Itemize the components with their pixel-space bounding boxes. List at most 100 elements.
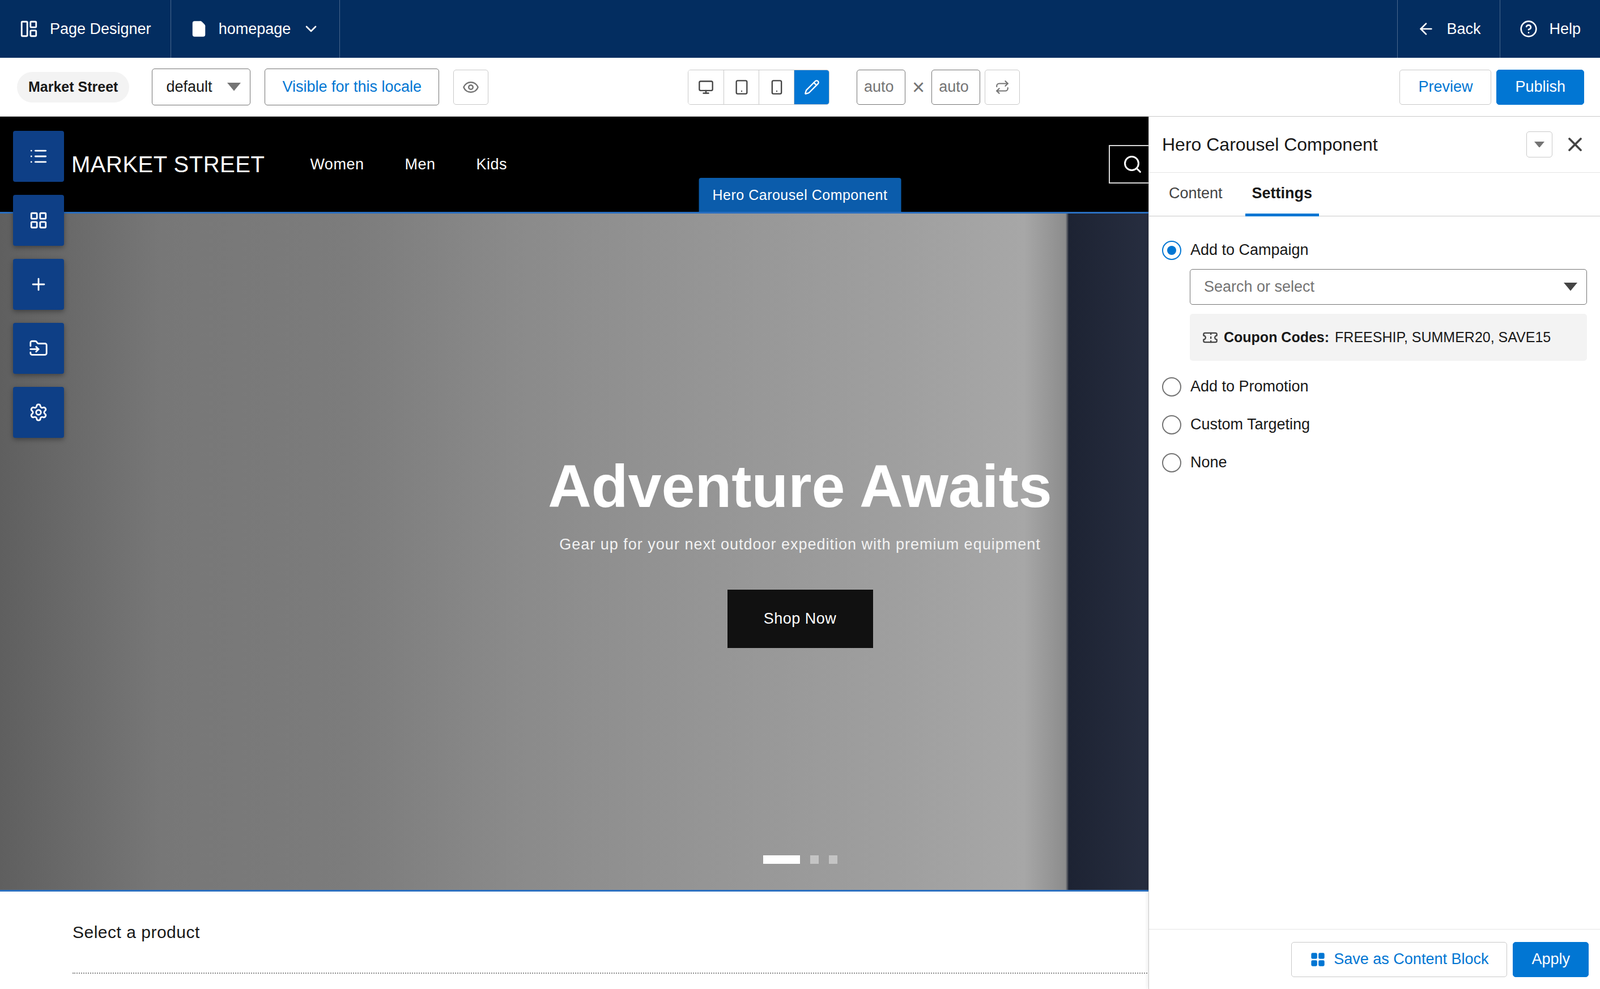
rotate-button[interactable]: [984, 69, 1020, 105]
targeting-label: Add to Promotion: [1190, 377, 1309, 396]
campaign-options: Search or select Coupon Codes:FREESHIP, S…: [1189, 269, 1587, 361]
app-title[interactable]: Page Designer: [0, 0, 172, 58]
nav-link[interactable]: Kids: [475, 155, 508, 174]
tool-button[interactable]: [13, 322, 65, 374]
blocks-icon: [28, 210, 49, 231]
locale-select[interactable]: default: [151, 68, 251, 106]
times-sign: ×: [912, 76, 925, 99]
properties-panel: Hero Carousel Component Content Settings Ad…: [1148, 116, 1600, 989]
targeting-label: None: [1190, 453, 1228, 472]
phone-icon: [768, 79, 785, 96]
publish-button[interactable]: Publish: [1496, 69, 1585, 105]
ticket-icon: [1202, 329, 1219, 346]
device-button[interactable]: [758, 70, 794, 105]
workspace: MARKET STREET Women Men Kids Hero Carousel C…: [0, 116, 1600, 989]
save-block-label: Save as Content Block: [1333, 950, 1489, 969]
settings-body: Add to Campaign Search or select Coupon Co…: [1149, 216, 1600, 930]
targeting-label: Custom Targeting: [1190, 415, 1310, 434]
device-button[interactable]: [723, 70, 759, 105]
page-name: homepage: [218, 20, 292, 38]
help-icon: [1519, 19, 1538, 38]
gear-icon: [28, 402, 49, 423]
panel-tab[interactable]: Settings: [1245, 172, 1320, 217]
nav-link[interactable]: Men: [404, 155, 436, 174]
shop-now-button[interactable]: Shop Now: [727, 589, 874, 649]
coupon-label: Coupon Codes:: [1223, 329, 1330, 346]
panel-menu-button[interactable]: [1526, 131, 1553, 158]
toolbar-actions: PreviewPublish: [1399, 69, 1585, 105]
designer-tools: [13, 130, 65, 438]
close-button[interactable]: [1561, 130, 1589, 159]
hero-subtitle: Gear up for your next outdoor expedition…: [559, 535, 1041, 554]
back-label: Back: [1446, 20, 1481, 38]
panel-tab[interactable]: Content: [1162, 172, 1230, 217]
component-label: Hero Carousel Component: [699, 177, 902, 212]
panel-footer: Save as Content Block Apply: [1149, 929, 1600, 989]
width-input[interactable]: auto: [856, 69, 906, 105]
carousel-dot[interactable]: [828, 855, 838, 865]
apply-button[interactable]: Apply: [1512, 942, 1589, 978]
viewport-size: auto × auto: [856, 69, 981, 105]
device-button[interactable]: [793, 70, 829, 105]
panel-title: Hero Carousel Component: [1162, 134, 1518, 156]
targeting-option[interactable]: None: [1162, 443, 1587, 482]
plus-icon: [28, 274, 49, 295]
locale-value: default: [166, 78, 212, 96]
preview-eye-button[interactable]: [453, 69, 489, 105]
site-pill: Market Street: [16, 71, 130, 103]
campaign-placeholder: Search or select: [1203, 278, 1315, 296]
device-button[interactable]: [688, 70, 724, 105]
caret-down-icon: [227, 82, 241, 91]
page-selector[interactable]: homepage: [171, 0, 341, 58]
hero-title: Adventure Awaits: [547, 450, 1052, 523]
carousel-dot[interactable]: [810, 855, 819, 865]
eye-icon: [462, 78, 480, 96]
search-icon: [1122, 154, 1143, 175]
list-icon: [28, 146, 49, 167]
desktop-icon: [698, 79, 714, 96]
tool-button[interactable]: [13, 194, 65, 246]
rotate-icon: [994, 79, 1010, 95]
coupon-codes: FREESHIP, SUMMER20, SAVE15: [1334, 329, 1551, 346]
radio-button[interactable]: [1162, 377, 1182, 397]
campaign-search[interactable]: Search or select: [1189, 269, 1587, 305]
targeting-option[interactable]: Add to Promotion: [1162, 367, 1587, 406]
targeting-option[interactable]: Custom Targeting: [1162, 405, 1587, 444]
coupon-info: Coupon Codes:FREESHIP, SUMMER20, SAVE15: [1189, 313, 1587, 361]
file-icon: [190, 20, 208, 38]
toolbar: Market Street default Visible for this loc…: [0, 57, 1600, 117]
tool-button[interactable]: [13, 130, 65, 182]
height-input[interactable]: auto: [931, 69, 981, 105]
preview-button[interactable]: Preview: [1399, 69, 1492, 105]
radio-button[interactable]: [1162, 415, 1182, 435]
layout-icon: [19, 19, 39, 39]
pencil-icon: [803, 79, 820, 96]
caret-down-icon: [1534, 141, 1545, 148]
app-title-text: Page Designer: [49, 20, 152, 38]
tablet-icon: [733, 79, 750, 96]
chevron-down-icon: [301, 19, 321, 38]
caret-down-icon: [1563, 282, 1578, 291]
blocks-icon: [1309, 951, 1326, 968]
tool-button[interactable]: [13, 386, 65, 438]
carousel-dot[interactable]: [763, 855, 800, 865]
nav-link[interactable]: Women: [309, 155, 364, 174]
radio-button[interactable]: [1162, 240, 1182, 261]
panel-tabs: Content Settings: [1149, 172, 1600, 217]
site-logo[interactable]: MARKET STREET: [71, 151, 265, 178]
folder-icon: [28, 338, 49, 359]
help-button[interactable]: Help: [1499, 0, 1600, 58]
radio-button[interactable]: [1162, 453, 1182, 473]
arrow-left-icon: [1416, 19, 1436, 38]
device-switcher: [687, 69, 830, 105]
tool-button[interactable]: [13, 258, 65, 310]
save-block-button[interactable]: Save as Content Block: [1291, 942, 1508, 978]
page-designer: Page Designer homepage Back Help Market Stre…: [0, 0, 1600, 989]
help-label: Help: [1549, 20, 1581, 38]
back-button[interactable]: Back: [1397, 0, 1500, 58]
app-bar: Page Designer homepage Back Help: [0, 0, 1600, 58]
visibility-button[interactable]: Visible for this locale: [264, 68, 440, 106]
close-icon: [1563, 133, 1587, 156]
targeting-option[interactable]: Add to Campaign: [1162, 231, 1587, 270]
panel-header: Hero Carousel Component: [1149, 116, 1600, 173]
